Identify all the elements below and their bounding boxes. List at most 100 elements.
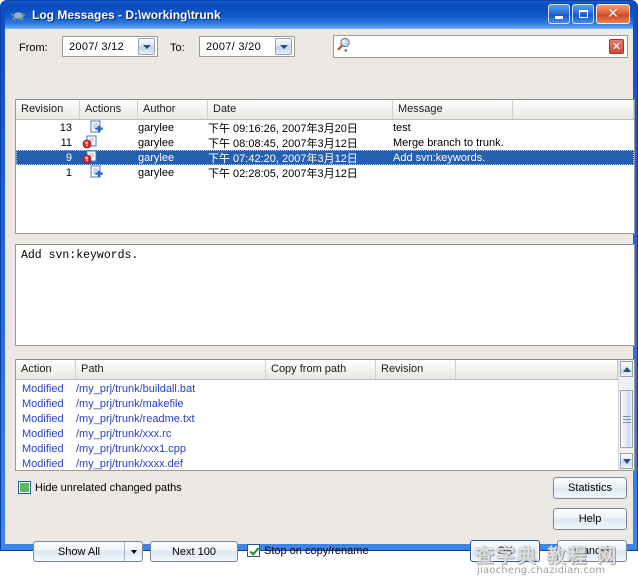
log-row-actions <box>80 150 138 165</box>
table-row[interactable]: Modified /my_prj/trunk/buildall.bat <box>16 381 634 396</box>
path-row-action: Modified <box>22 397 64 410</box>
path-row-action: Modified <box>22 382 64 395</box>
from-label: From: <box>19 42 48 54</box>
column-header-path-revision[interactable]: Revision <box>376 360 456 379</box>
help-button-label: Help <box>578 513 602 525</box>
column-header-message[interactable]: Message <box>393 100 513 119</box>
path-row-path: /my_prj/trunk/xxx.rc <box>76 427 172 440</box>
caption-buttons: ✕ <box>548 4 630 24</box>
from-date-dropdown-button[interactable] <box>138 38 155 55</box>
log-row-message: test <box>393 121 411 134</box>
ok-button-label: OK <box>497 545 513 557</box>
table-row[interactable]: Modified /my_prj/trunk/readme.txt <box>16 411 634 426</box>
cancel-button[interactable]: Cancel <box>557 540 627 562</box>
statistics-button[interactable]: Statistics <box>553 477 627 499</box>
table-row[interactable]: 11 garylee 下午 08:08:45, 2007年3月12日 Merge… <box>16 135 634 150</box>
table-row[interactable]: 9 garylee 下午 07:42:20, 2007年3月12日 Add sv… <box>16 150 634 165</box>
column-header-revision[interactable]: Revision <box>16 100 80 119</box>
log-row-author: garylee <box>138 136 175 149</box>
turtle-icon <box>10 7 27 24</box>
help-button[interactable]: Help <box>553 508 627 530</box>
log-row-actions <box>80 135 138 150</box>
scroll-track-top[interactable] <box>620 378 633 390</box>
table-row[interactable]: Modified /my_prj/trunk/xxx.rc <box>16 426 634 441</box>
path-row-action: Modified <box>22 412 64 425</box>
log-messages-window: Log Messages - D:\working\trunk ✕ From: … <box>0 0 638 576</box>
chevron-down-icon <box>130 549 137 554</box>
log-row-date: 下午 02:28:05, 2007年3月12日 <box>208 167 358 180</box>
search-box[interactable]: ✕ <box>333 35 628 58</box>
magnifier-icon[interactable] <box>337 36 356 58</box>
log-row-author: garylee <box>138 166 175 179</box>
message-text[interactable]: Add svn:keywords. <box>16 245 634 266</box>
window-title: Log Messages - D:\working\trunk <box>32 8 221 22</box>
minimize-button[interactable] <box>548 4 570 24</box>
hide-unrelated-checkbox-row[interactable]: Hide unrelated changed paths <box>18 481 182 494</box>
scroll-up-button[interactable] <box>620 361 633 377</box>
table-row[interactable]: Modified /my_prj/trunk/xxx1.cpp <box>16 441 634 456</box>
column-header-filler <box>456 360 618 379</box>
column-header-author[interactable]: Author <box>138 100 208 119</box>
path-row-path: /my_prj/trunk/xxxx.def <box>76 457 183 470</box>
scroll-thumb[interactable] <box>620 390 633 448</box>
to-label: To: <box>170 42 185 54</box>
log-list-panel[interactable]: Revision Actions Author Date Message 13 <box>15 99 635 234</box>
path-row-action: Modified <box>22 442 64 455</box>
path-row-path: /my_prj/trunk/readme.txt <box>76 412 195 425</box>
paths-list-header: Action Path Copy from path Revision <box>16 360 634 380</box>
column-header-copy-from-path[interactable]: Copy from path <box>266 360 376 379</box>
scroll-down-button[interactable] <box>620 453 633 469</box>
next-100-button[interactable]: Next 100 <box>150 541 238 562</box>
column-header-date[interactable]: Date <box>208 100 393 119</box>
title-bar[interactable]: Log Messages - D:\working\trunk ✕ <box>5 1 633 29</box>
log-row-actions <box>80 165 138 180</box>
message-pane[interactable]: Add svn:keywords. <box>15 244 635 346</box>
show-all-button-label[interactable]: Show All <box>34 542 124 561</box>
next-100-button-label: Next 100 <box>171 545 217 558</box>
hide-unrelated-checkbox[interactable] <box>18 481 31 494</box>
log-row-author: garylee <box>138 151 175 164</box>
log-row-message: Merge branch to trunk. <box>393 136 504 149</box>
log-row-revision: 11 <box>60 136 72 149</box>
close-button[interactable]: ✕ <box>596 4 630 24</box>
changed-paths-panel[interactable]: Action Path Copy from path Revision Modi… <box>15 359 635 471</box>
scroll-grip-icon <box>622 414 631 425</box>
to-date-picker[interactable]: 2007/ 3/20 <box>199 36 295 57</box>
to-date-dropdown-button[interactable] <box>275 38 292 55</box>
clear-search-button[interactable]: ✕ <box>609 39 624 54</box>
column-header-filler <box>513 100 634 119</box>
column-header-actions[interactable]: Actions <box>80 100 138 119</box>
table-row[interactable]: Modified /my_prj/trunk/makefile <box>16 396 634 411</box>
paths-vertical-scrollbar[interactable] <box>618 360 634 470</box>
show-all-split-button[interactable]: Show All <box>33 541 143 562</box>
file-added-icon <box>90 120 106 135</box>
paths-list-rows: Modified /my_prj/trunk/buildall.bat Modi… <box>16 380 634 470</box>
filter-bar: From: 2007/ 3/12 To: 2007/ 3/20 ✕ <box>5 29 635 63</box>
log-row-author: garylee <box>138 121 175 134</box>
file-modified-icon <box>82 135 98 150</box>
ok-button[interactable]: OK <box>470 540 540 562</box>
chevron-up-icon <box>622 366 631 372</box>
maximize-button[interactable] <box>572 4 594 24</box>
dialog-client-area: From: 2007/ 3/12 To: 2007/ 3/20 ✕ Revisi… <box>5 29 635 576</box>
from-date-value: 2007/ 3/12 <box>69 40 124 53</box>
column-header-action[interactable]: Action <box>16 360 76 379</box>
hide-unrelated-label: Hide unrelated changed paths <box>35 481 182 494</box>
file-modified-icon <box>82 150 98 165</box>
log-list-rows: 13 garylee 下午 09:16:26, 2007年3月20日 test <box>16 120 634 180</box>
chevron-down-icon <box>142 44 151 49</box>
log-row-actions <box>80 120 138 135</box>
from-date-picker[interactable]: 2007/ 3/12 <box>62 36 158 57</box>
to-date-value: 2007/ 3/20 <box>206 40 261 53</box>
show-all-dropdown-button[interactable] <box>124 542 142 561</box>
table-row[interactable]: Modified /my_prj/trunk/xxxx.def <box>16 456 634 470</box>
table-row[interactable]: 13 garylee 下午 09:16:26, 2007年3月20日 test <box>16 120 634 135</box>
log-row-revision: 13 <box>59 121 72 134</box>
log-row-date: 下午 07:42:20, 2007年3月12日 <box>208 152 358 165</box>
chevron-down-icon <box>622 458 631 464</box>
maximize-icon <box>578 10 588 18</box>
log-row-date: 下午 08:08:45, 2007年3月12日 <box>208 137 358 150</box>
table-row[interactable]: 1 garylee 下午 02:28:05, 2007年3月12日 <box>16 165 634 180</box>
column-header-path[interactable]: Path <box>76 360 266 379</box>
log-list-header: Revision Actions Author Date Message <box>16 100 634 120</box>
